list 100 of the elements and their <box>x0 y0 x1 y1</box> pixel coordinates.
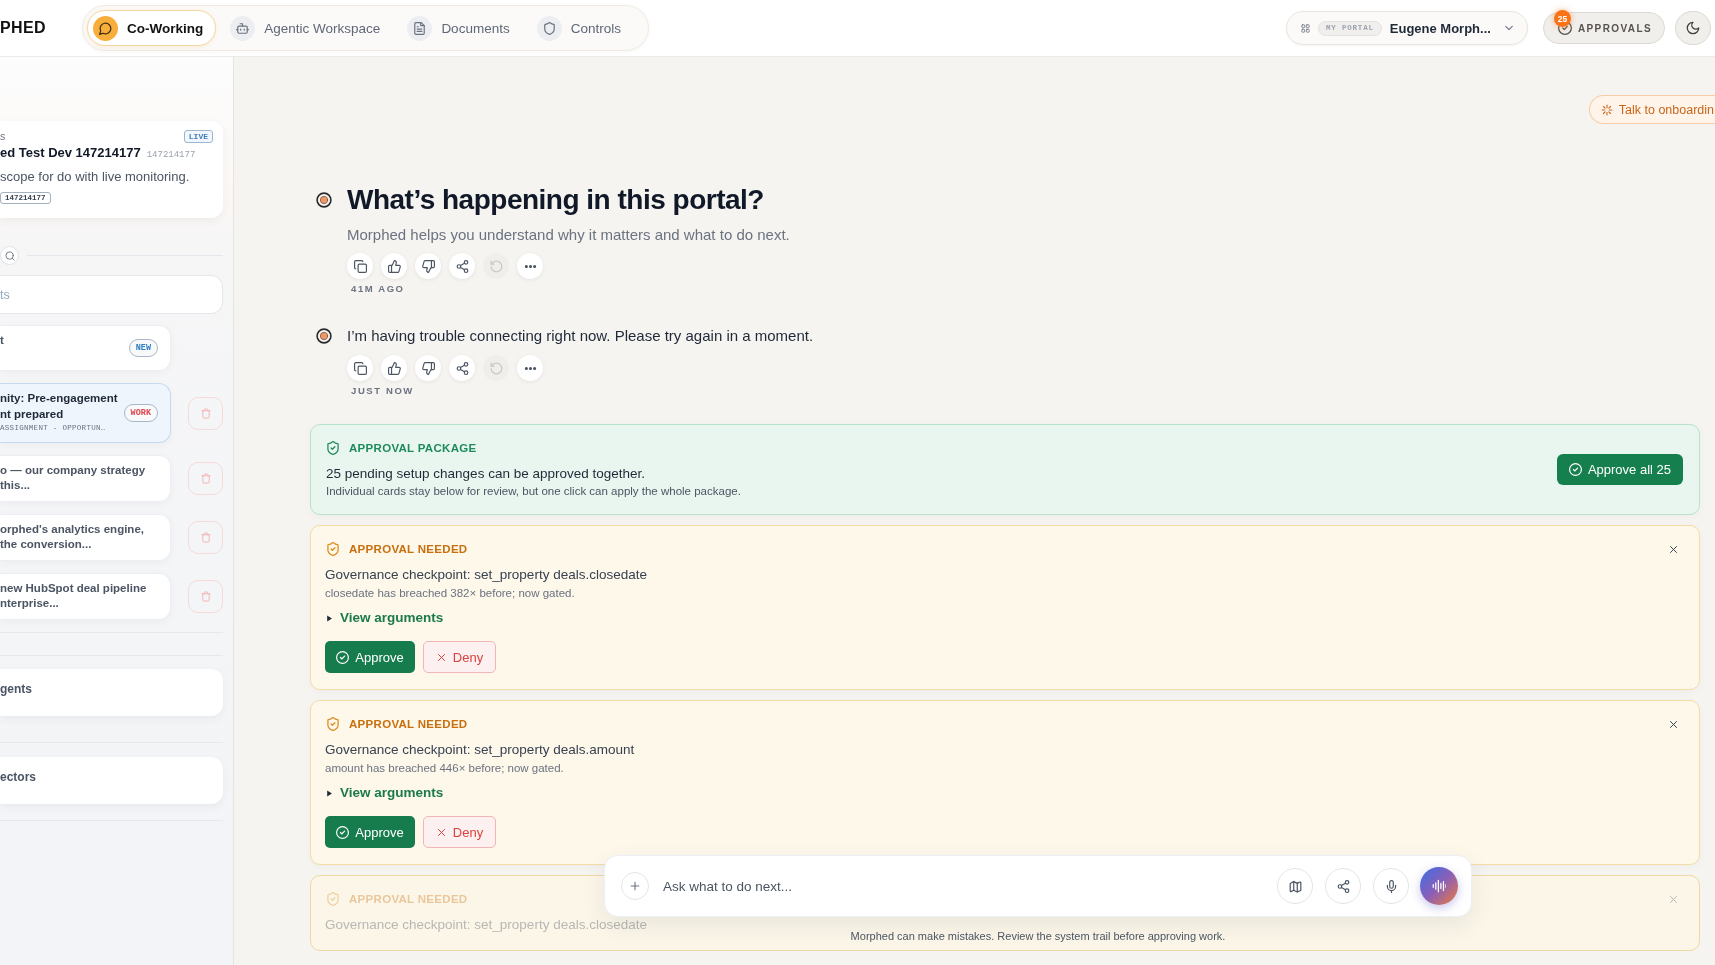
assistant-avatar-icon <box>316 192 332 208</box>
moon-icon <box>1686 21 1700 35</box>
package-note: Individual cards stay below for review, but one click can apply the whole package. <box>326 484 742 499</box>
context-id: 147214177 <box>146 150 196 160</box>
copy-icon <box>353 259 367 273</box>
voice-button[interactable] <box>1420 867 1458 905</box>
section-card[interactable]: gents <box>0 669 223 716</box>
document-icon <box>407 15 433 41</box>
composer-field[interactable]: Ask what to do next... <box>604 855 1472 917</box>
microphone-button[interactable] <box>1373 868 1409 904</box>
check-circle-icon <box>1568 463 1582 476</box>
close-icon <box>1667 893 1679 905</box>
x-icon <box>435 826 447 838</box>
chat-bubble-icon <box>93 15 119 41</box>
dislike-button[interactable] <box>415 355 441 381</box>
theme-toggle-button[interactable] <box>1675 11 1711 45</box>
approve-button[interactable]: Approve <box>325 816 415 848</box>
waveform-icon <box>1432 879 1446 893</box>
nav-tab[interactable]: Controls <box>530 10 634 46</box>
thread-item[interactable]: orphed's analytics engine, the conversion... <box>0 514 171 561</box>
share-icon <box>1336 879 1350 893</box>
share-icon <box>455 259 469 273</box>
nav-tab[interactable]: Agentic Workspace <box>224 10 394 46</box>
context-title: ed Test Dev 147214177 <box>0 145 141 160</box>
plus-icon <box>629 880 641 892</box>
thread-item[interactable]: t NEW <box>0 325 171 371</box>
dislike-button[interactable] <box>415 253 441 279</box>
trash-icon <box>200 407 211 419</box>
thread-item[interactable]: new HubSpot deal pipeline nterprise... <box>0 573 171 620</box>
message-input[interactable]: Ask what to do next... <box>663 874 1253 898</box>
trash-icon <box>200 473 211 484</box>
deny-button[interactable]: Deny <box>423 641 496 673</box>
count-badge: 25 <box>1553 10 1571 27</box>
message-text: I’m having trouble connecting right now. Please try again in a moment. <box>347 326 814 346</box>
deny-button[interactable]: Deny <box>423 816 496 848</box>
caret-icon <box>325 613 333 623</box>
timestamp: JUST NOW <box>350 385 415 397</box>
thread-badge: WORK <box>123 403 158 422</box>
approval-detail: amount has breached 446× before; now gated. <box>325 761 565 776</box>
thread-title: new HubSpot deal pipeline nterprise... <box>0 581 148 611</box>
card-title: APPROVAL PACKAGE <box>349 442 477 454</box>
thread-title: orphed's analytics engine, the conversion... <box>0 522 145 552</box>
thumbs-down-icon <box>421 259 435 273</box>
retry-icon <box>489 361 503 375</box>
view-arguments-toggle[interactable]: View arguments <box>325 609 444 627</box>
close-icon <box>1667 543 1679 555</box>
nav-tab[interactable]: Co-Working <box>87 10 217 46</box>
assistant-avatar-icon <box>316 328 332 344</box>
copy-button[interactable] <box>347 253 373 279</box>
check-circle-icon <box>1557 21 1572 35</box>
more-button[interactable] <box>517 355 543 381</box>
approval-checkpoint: Governance checkpoint: set_property deals.closedate <box>325 566 648 584</box>
trash-icon <box>200 591 211 602</box>
timestamp: 41M AGO <box>350 283 406 295</box>
shield-check-icon <box>326 717 340 731</box>
retry-icon <box>489 259 503 273</box>
approval-checkpoint: Governance checkpoint: set_property deals.amount <box>325 741 636 759</box>
section-title: gents <box>0 682 32 696</box>
context-description: scope for do with live monitoring. <box>0 169 191 185</box>
check-circle-icon <box>336 825 350 839</box>
microphone-icon <box>1384 879 1398 893</box>
onboarding-button[interactable]: Talk to onboardin <box>1588 95 1715 124</box>
view-arguments-toggle[interactable]: View arguments <box>325 784 444 802</box>
copy-icon <box>353 361 367 375</box>
approve-button[interactable]: Approve <box>325 641 415 673</box>
more-button[interactable] <box>517 253 543 279</box>
share-button[interactable] <box>1325 868 1361 904</box>
robot-icon <box>230 15 256 41</box>
thumbs-down-icon <box>421 361 435 375</box>
close-icon <box>1667 718 1679 730</box>
map-icon <box>1288 879 1302 893</box>
caret-icon <box>325 788 333 798</box>
approve-all-button[interactable]: Approve all 25 <box>1556 454 1683 485</box>
section-card[interactable]: ectors <box>0 757 223 804</box>
message-subtitle: Morphed helps you understand why it matters and what to do next. <box>347 225 790 245</box>
context-label: s <box>0 130 6 142</box>
share-icon <box>455 361 469 375</box>
message-heading: What’s happening in this portal? <box>347 183 765 217</box>
card-title: APPROVAL NEEDED <box>349 543 468 555</box>
logo-text: PHED <box>0 19 47 37</box>
shield-check-icon <box>326 892 340 906</box>
status-badge: LIVE <box>183 129 213 143</box>
shield-check-icon <box>326 542 340 556</box>
like-button[interactable] <box>381 355 407 381</box>
share-button[interactable] <box>449 253 475 279</box>
check-circle-icon <box>336 650 350 664</box>
nav-tab[interactable]: Documents <box>401 10 523 46</box>
approvals-button[interactable]: 25 APPROVALS <box>1542 12 1665 44</box>
approval-checkpoint: Governance checkpoint: set_property deals.closedate <box>325 916 648 934</box>
thumbs-up-icon <box>387 361 401 375</box>
share-button[interactable] <box>449 355 475 381</box>
search-field[interactable]: ts <box>0 275 223 314</box>
thread-item[interactable]: o — our company strategy this... <box>0 455 171 502</box>
card-title: APPROVAL NEEDED <box>349 893 468 905</box>
like-button[interactable] <box>381 253 407 279</box>
approval-detail: closedate has breached 382× before; now gated. <box>325 586 576 601</box>
map-button[interactable] <box>1277 868 1313 904</box>
copy-button[interactable] <box>347 355 373 381</box>
card-title: APPROVAL NEEDED <box>349 718 468 730</box>
sparkle-icon <box>1600 103 1613 116</box>
